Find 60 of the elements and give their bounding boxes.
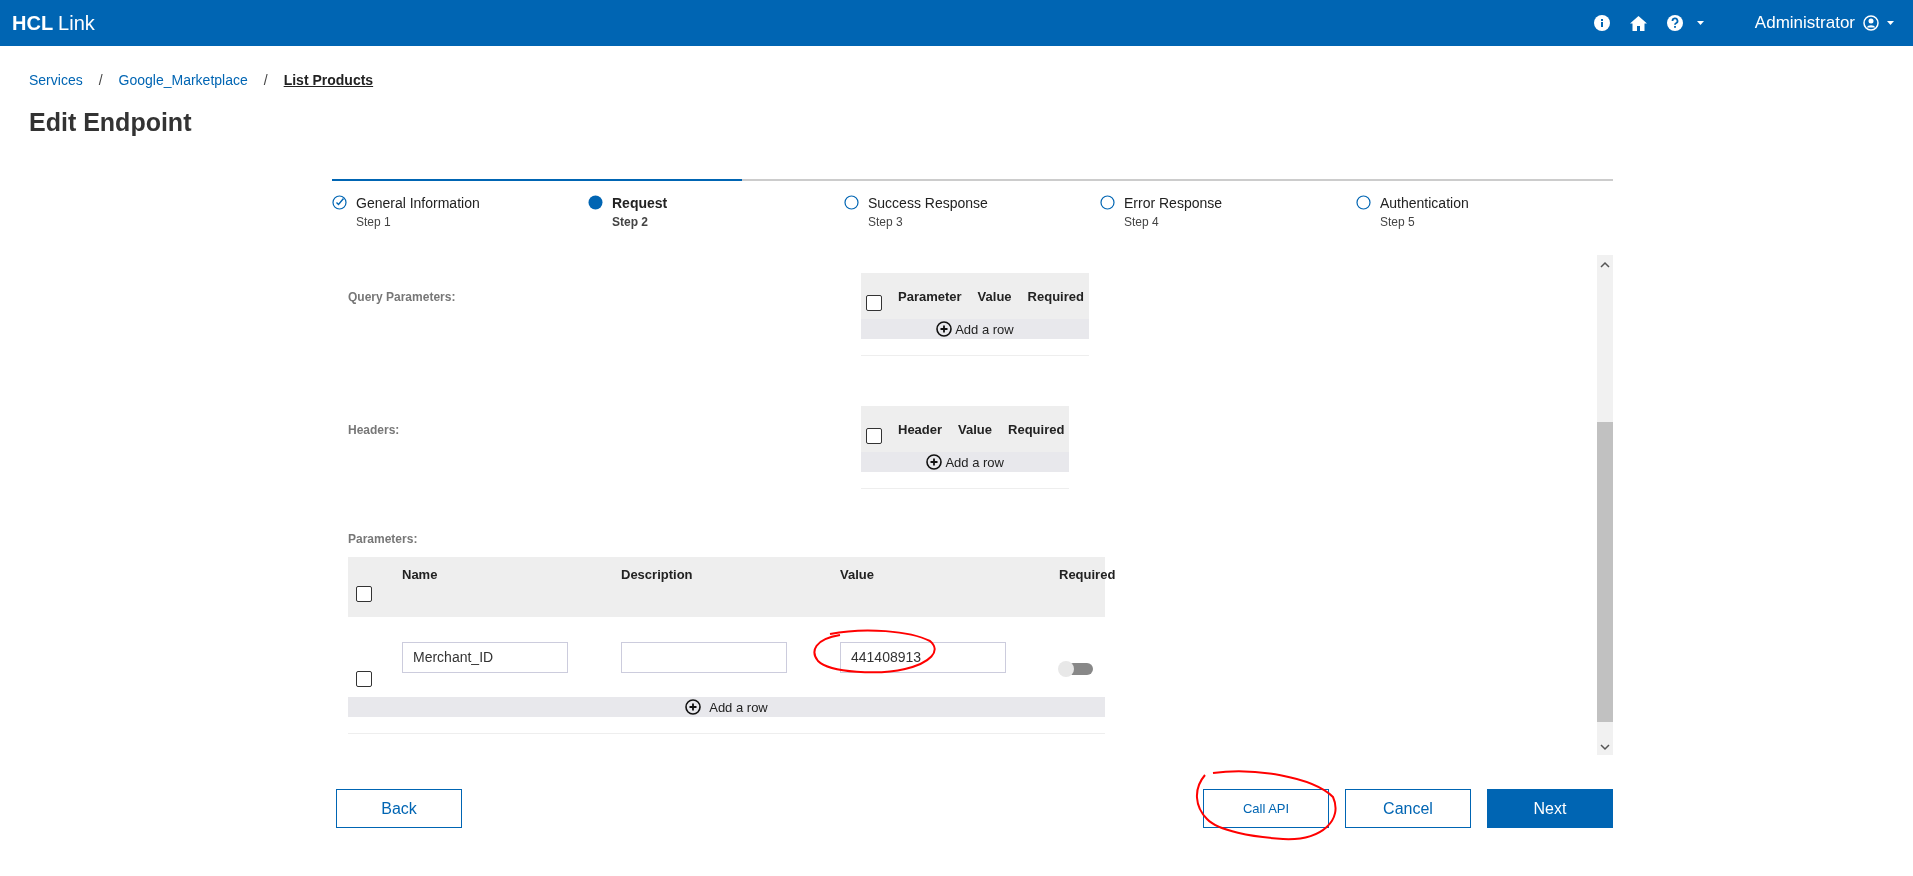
step-number: Step 4	[1124, 215, 1160, 229]
column-header: Parameter	[898, 288, 962, 304]
checkbox[interactable]	[866, 428, 882, 444]
user-name[interactable]: Administrator	[1754, 13, 1855, 33]
column-header: Description	[621, 567, 694, 582]
page-title: Edit Endpoint	[29, 108, 193, 137]
section-label: Query Parameters:	[348, 289, 457, 306]
description-input[interactable]	[621, 641, 787, 673]
home-icon[interactable]	[1629, 15, 1647, 31]
breadcrumb-separator: /	[263, 72, 268, 88]
step-label: Error Response	[1124, 195, 1223, 211]
required-toggle[interactable]	[1059, 663, 1093, 675]
scrollbar-thumb[interactable]	[1597, 422, 1613, 722]
plus-circle-icon	[685, 699, 702, 715]
step-label: Request	[612, 195, 668, 211]
add-row-button[interactable]: Add a row	[861, 319, 1089, 339]
step[interactable]: General Information Step 1	[332, 195, 588, 229]
plus-circle-icon	[936, 321, 953, 337]
step-number: Step 3	[868, 215, 904, 229]
section-label: Headers:	[348, 422, 401, 439]
add-row-button[interactable]: Add a row	[861, 452, 1070, 472]
section-label: Parameters:	[348, 532, 418, 546]
step[interactable]: Success Response Step 3	[844, 195, 1100, 229]
action-button[interactable]: Back	[336, 789, 462, 828]
column-header: Required	[1008, 421, 1065, 437]
column-header: Name	[402, 567, 439, 582]
action-button[interactable]: Call API	[1203, 789, 1329, 828]
app-logo: HCL Link	[12, 11, 95, 35]
step-label: Success Response	[868, 195, 988, 211]
column-header: Value	[977, 288, 1012, 304]
step[interactable]: Request Step 2	[588, 195, 844, 229]
breadcrumb-separator: /	[98, 72, 103, 88]
name-input[interactable]: Merchant_ID	[402, 641, 568, 673]
scroll-up-icon[interactable]	[1600, 260, 1610, 270]
action-button[interactable]: Next	[1487, 789, 1613, 828]
scroll-down-icon[interactable]	[1600, 742, 1610, 752]
column-header: Required	[1059, 567, 1116, 582]
action-button[interactable]: Cancel	[1345, 789, 1471, 828]
column-header: Header	[898, 421, 943, 437]
checkbox[interactable]	[356, 671, 372, 687]
step-label: Authentication	[1380, 195, 1469, 211]
breadcrumb-link[interactable]: List Products	[283, 72, 374, 88]
add-row-button[interactable]: Add a row	[348, 697, 1105, 717]
breadcrumb-link[interactable]: Services	[29, 72, 83, 88]
checkbox[interactable]	[866, 295, 882, 311]
step-label: General Information	[356, 195, 480, 211]
step[interactable]: Authentication Step 5	[1356, 195, 1612, 229]
info-icon[interactable]	[1593, 15, 1610, 31]
column-header: Value	[840, 567, 875, 582]
plus-circle-icon	[926, 454, 943, 470]
column-header: Required	[1027, 288, 1084, 304]
help-dropdown-icon[interactable]	[1666, 15, 1705, 31]
step-number: Step 2	[612, 215, 649, 229]
checkbox[interactable]	[356, 586, 372, 602]
step[interactable]: Error Response Step 4	[1100, 195, 1356, 229]
value-input[interactable]: 441408913	[840, 641, 1006, 673]
step-number: Step 1	[356, 215, 392, 229]
breadcrumb-link[interactable]: Google_Marketplace	[118, 72, 248, 88]
column-header: Value	[958, 421, 993, 437]
step-number: Step 5	[1380, 215, 1416, 229]
